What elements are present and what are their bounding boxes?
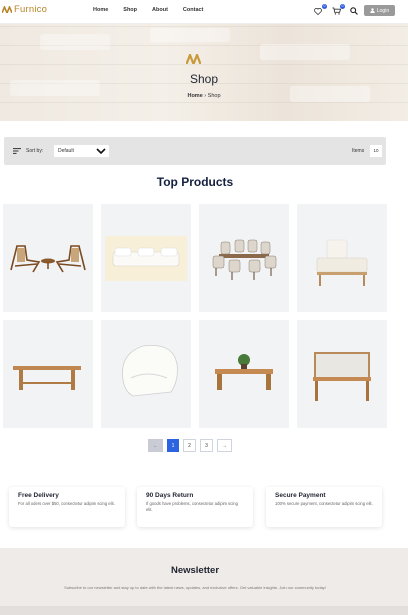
cart-count: 0: [340, 4, 345, 9]
shop-toolbar: Sort by: Default Items 10: [4, 137, 386, 165]
hero-texture: [150, 28, 230, 42]
feature-title: 90 Days Return: [146, 492, 194, 499]
console-mirror-image: [313, 352, 371, 401]
page-hero: Shop Home › Shop: [0, 24, 408, 121]
product-card-coffee-table[interactable]: [199, 320, 289, 428]
nav-home[interactable]: Home: [93, 7, 108, 13]
white-sofa-image: [105, 236, 187, 281]
wooden-table-image: [13, 366, 81, 390]
pagination-prev-button[interactable]: ←: [148, 439, 163, 452]
section-title: Top Products: [156, 175, 234, 189]
newsletter-description: Subscribe to our newsletter and stay up …: [64, 585, 326, 590]
nav-contact[interactable]: Contact: [183, 7, 203, 13]
cart-button[interactable]: 0: [330, 4, 345, 17]
feature-returns: 90 Days Return If goods have problems, c…: [137, 487, 253, 527]
product-card-console-mirror[interactable]: [297, 320, 387, 428]
product-card-white-sofa[interactable]: [101, 204, 191, 312]
login-label: Login: [376, 7, 390, 14]
pagination-next-button[interactable]: →: [217, 439, 232, 452]
cart-icon: [332, 7, 341, 15]
product-card-dining-set[interactable]: [199, 204, 289, 312]
daybed-image: [316, 239, 368, 286]
feature-desc: 100% secure payment, consectetur adipim …: [275, 501, 373, 506]
header-actions: 0 0: [312, 4, 360, 17]
nav-shop[interactable]: Shop: [123, 7, 137, 13]
breadcrumb: Home › Shop: [0, 93, 408, 99]
search-icon: [350, 7, 358, 15]
brand-name: Furnico: [14, 4, 48, 15]
breadcrumb-separator: ›: [204, 93, 207, 99]
feature-free-delivery: Free Delivery For all oders over $50, co…: [9, 487, 125, 527]
brand-logo[interactable]: Furnico: [2, 4, 47, 15]
hero-texture: [260, 44, 350, 60]
page-title: Shop: [189, 72, 219, 86]
pagination-page-3[interactable]: 3: [200, 439, 213, 452]
wishlist-count: 0: [322, 4, 327, 9]
feature-desc: If goods have problems, consectetur adip…: [146, 501, 238, 512]
footer-strip: [0, 606, 408, 615]
newsletter-title: Newsletter: [170, 565, 220, 576]
search-button[interactable]: [348, 5, 360, 17]
feature-desc: For all oders over $50, consectetur adip…: [18, 501, 115, 506]
coffee-table-image: [215, 354, 273, 390]
feature-title: Free Delivery: [18, 492, 59, 499]
login-button[interactable]: Login: [364, 5, 395, 16]
pagination-page-2[interactable]: 2: [183, 439, 196, 452]
hero-logo-icon: [186, 54, 201, 64]
feature-title: Secure Payment: [275, 492, 326, 499]
filter-icon[interactable]: [13, 148, 21, 154]
lounge-chairs-image: [10, 245, 86, 273]
product-card-daybed[interactable]: [297, 204, 387, 312]
feature-secure-payment: Secure Payment 100% secure payment, cons…: [266, 487, 382, 527]
main-nav: Home Shop About Contact: [93, 7, 218, 13]
wishlist-button[interactable]: 0: [312, 4, 327, 17]
newsletter-section: Newsletter Subscribe to our newsletter a…: [0, 548, 408, 608]
nav-about[interactable]: About: [152, 7, 168, 13]
logo-icon: [2, 6, 12, 13]
items-per-page-input[interactable]: 10: [370, 145, 382, 157]
pagination: ← 1 2 3 →: [148, 439, 232, 452]
dining-set-image: [212, 239, 277, 280]
items-label: Items: [352, 148, 365, 154]
product-card-armchair[interactable]: [101, 320, 191, 428]
pagination-page-1[interactable]: 1: [167, 439, 179, 452]
site-header: Furnico Home Shop About Contact 0 0 Logi…: [0, 0, 408, 24]
breadcrumb-current: Shop: [207, 93, 221, 99]
sort-value: Default: [58, 148, 74, 154]
armchair-image: [122, 345, 178, 397]
hero-texture: [40, 34, 110, 50]
sort-label: Sort by:: [26, 148, 44, 154]
product-card-wooden-table[interactable]: [3, 320, 93, 428]
heart-icon: [314, 7, 322, 15]
breadcrumb-home[interactable]: Home: [187, 93, 202, 99]
sort-select[interactable]: Default: [54, 145, 109, 157]
product-card-lounge-chairs[interactable]: [3, 204, 93, 312]
chevron-down-icon: [96, 148, 106, 155]
user-icon: [370, 8, 375, 13]
